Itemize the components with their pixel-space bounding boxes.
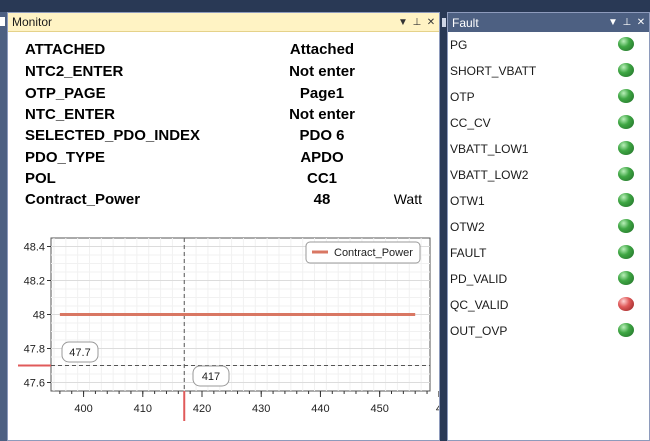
monitor-row-value: PDO 6 [299,127,345,144]
fault-item: QC_VALID [450,293,645,318]
monitor-row: SELECTED_PDO_INDEX PDO 6 [25,127,430,148]
x-tick-label: 420 [193,403,211,415]
dock-tab-marker[interactable] [0,17,5,26]
monitor-row: OTP_PAGE Page1 [25,85,430,106]
monitor-panel-title: Monitor [12,15,53,29]
monitor-panel-header[interactable]: Monitor ▼ ⊥ ✕ [8,13,439,32]
y-tick-label: 48 [33,310,45,322]
monitor-row-value: 48 [313,191,331,208]
status-led-icon [618,115,634,129]
monitor-row-value: Attached [289,41,355,58]
monitor-row: POL CC1 [25,170,430,191]
monitor-row: Contract_Power 48 Watt [25,191,430,212]
monitor-row-key: ATTACHED [25,41,106,58]
monitor-row-value: Not enter [289,106,355,123]
fault-panel: Fault ▼ ⊥ ✕ PG SHORT_VBATT OTP CC_CV VBATT_L… [447,12,650,441]
dropdown-icon[interactable]: ▼ [607,16,619,30]
monitor-row-key: Contract_Power [25,191,141,208]
fault-item: VBATT_LOW1 [450,137,645,162]
status-led-icon [618,167,634,181]
dropdown-icon[interactable]: ▼ [397,15,409,29]
status-led-icon [618,245,634,259]
status-led-icon [618,297,634,311]
y-tick-label: 47.6 [24,378,45,390]
fault-item-label: OTP [450,90,475,104]
monitor-row: PDO_TYPE APDO [25,149,430,170]
fault-item: OTW2 [450,215,645,240]
x-tick-label: 430 [252,403,270,415]
monitor-row-key: SELECTED_PDO_INDEX [25,127,201,144]
fault-item: CC_CV [450,111,645,136]
fault-panel-title: Fault [452,15,479,30]
close-icon[interactable]: ✕ [635,16,647,30]
fault-item: OTP [450,85,645,110]
x-tick-label: 410 [134,403,152,415]
status-led-icon [618,219,634,233]
monitor-row-key: NTC_ENTER [25,106,116,123]
monitor-row-key: NTC2_ENTER [25,63,124,80]
fault-item: OTW1 [450,189,645,214]
fault-item-label: PD_VALID [450,272,508,286]
status-led-icon [618,323,634,337]
monitor-panel: Monitor ▼ ⊥ ✕ ATTACHED Attached NTC2_ENTER… [7,12,440,441]
monitor-row-unit: Watt [393,191,422,207]
fault-item-label: VBATT_LOW1 [450,142,529,156]
monitor-row-value: APDO [300,149,344,166]
fault-item-label: OUT_OVP [450,324,508,338]
monitor-row-key: OTP_PAGE [25,85,106,102]
legend-entry-label: Contract_Power [334,247,413,259]
contract-power-chart[interactable]: 47.6 47.8 48 48.2 48.4 400 410 420 430 440 450 4 47.… [8,228,439,441]
fault-item-label: QC_VALID [450,298,509,312]
fault-item: OUT_OVP [450,319,645,344]
monitor-row-value: CC1 [306,170,337,187]
monitor-row-key: POL [25,170,56,187]
monitor-row: ATTACHED Attached [25,41,430,62]
fault-item: VBATT_LOW2 [450,163,645,188]
pin-icon[interactable]: ⊥ [411,15,423,29]
dock-splitter-marker[interactable] [442,18,446,27]
app-window: Monitor ▼ ⊥ ✕ ATTACHED Attached NTC2_ENTER… [0,0,650,441]
fault-item: PG [450,33,645,58]
status-led-icon [618,89,634,103]
crosshair-x-label: 417 [202,371,220,383]
y-tick-label: 47.8 [24,344,45,356]
left-dock-strip [0,12,7,441]
monitor-row-key: PDO_TYPE [25,149,106,166]
status-led-icon [618,37,634,51]
fault-item: SHORT_VBATT [450,59,645,84]
fault-item-label: VBATT_LOW2 [450,168,529,182]
y-tick-label: 48.2 [24,276,45,288]
fault-item-label: OTW2 [450,220,485,234]
crosshair-y-label: 47.7 [69,347,90,359]
fault-item: PD_VALID [450,267,645,292]
status-led-icon [618,193,634,207]
fault-item-label: PG [450,38,468,52]
status-led-icon [618,271,634,285]
fault-item-label: SHORT_VBATT [450,64,537,78]
close-icon[interactable]: ✕ [425,15,437,29]
status-led-icon [618,141,634,155]
x-tick-label: 400 [74,403,92,415]
fault-item-label: CC_CV [450,116,491,130]
fault-item-label: FAULT [450,246,487,260]
fault-panel-header[interactable]: Fault ▼ ⊥ ✕ [448,13,649,32]
x-tick-label: 440 [311,403,329,415]
pin-icon[interactable]: ⊥ [621,16,633,30]
monitor-row-value: Page1 [299,85,345,102]
fault-item-label: OTW1 [450,194,485,208]
x-tick-label: 450 [370,403,388,415]
fault-item: FAULT [450,241,645,266]
y-tick-label: 48.4 [24,242,45,254]
x-tick-label: 4 [436,403,439,415]
monitor-row-value: Not enter [289,63,355,80]
monitor-row: NTC2_ENTER Not enter [25,63,430,84]
monitor-row: NTC_ENTER Not enter [25,106,430,127]
status-led-icon [618,63,634,77]
